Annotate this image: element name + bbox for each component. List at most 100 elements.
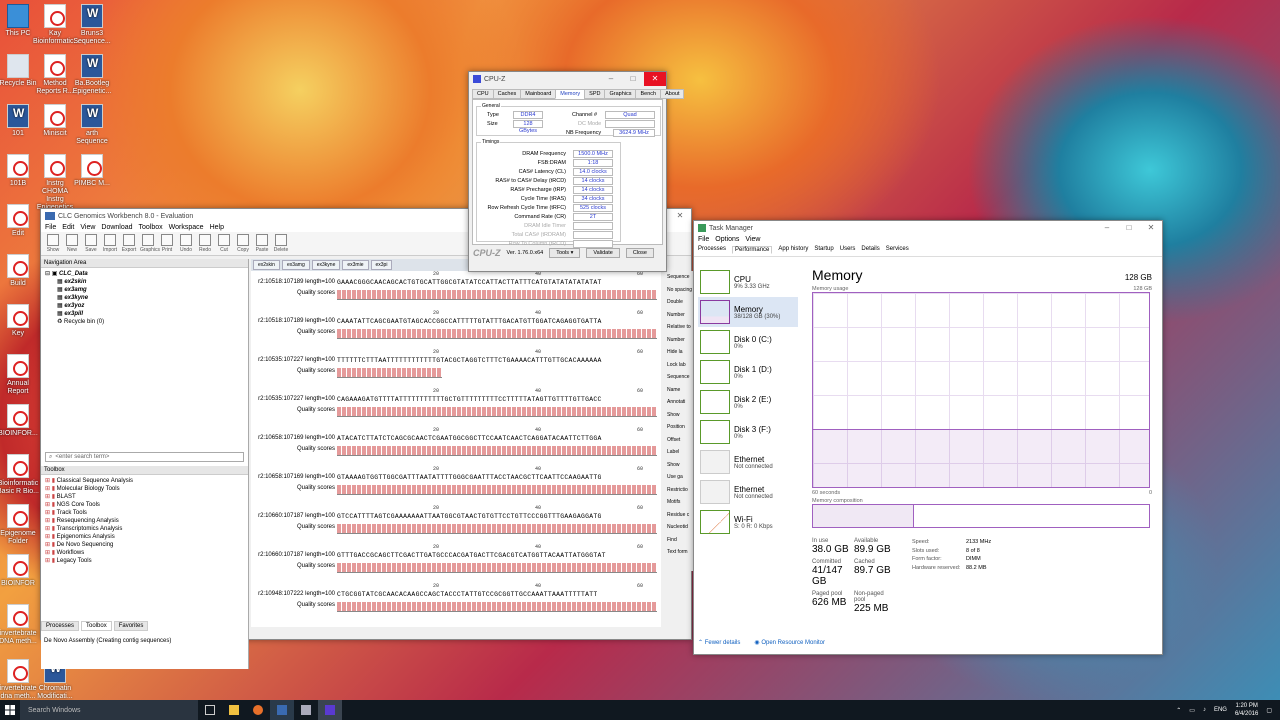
search-input[interactable]: ⌕ <enter search term> [45, 452, 244, 462]
desktop-icon[interactable]: BIOINFOR... [0, 404, 40, 438]
language-indicator[interactable]: ENG [1214, 707, 1227, 713]
desktop-icon[interactable]: Bruns3 Sequence... [70, 4, 114, 46]
editor-tab[interactable]: ex3mie [342, 260, 369, 270]
chevron-up-icon[interactable]: ⌃ [1176, 707, 1181, 714]
cpuz-tab-memory[interactable]: Memory [555, 89, 586, 99]
validate-button[interactable]: Validate [586, 248, 620, 258]
tree-item[interactable]: ▦ ex3amg [45, 286, 244, 294]
cpuz-window[interactable]: CPU-Z – □ ✕ CPU Caches Mainboard Memory SPD Gra… [468, 71, 685, 272]
toolbox-item[interactable]: ⊞ ▮ Resequencing Analysis [45, 517, 244, 525]
desktop-icon[interactable]: BIOINFOR [0, 554, 40, 588]
menu-edit[interactable]: Edit [62, 224, 74, 231]
maximize-icon[interactable]: □ [622, 72, 644, 86]
resource-item[interactable]: Disk 2 (E:) 0% [698, 387, 798, 417]
menu-toolbox[interactable]: Toolbox [139, 224, 163, 231]
side-item[interactable]: Label [667, 446, 693, 459]
editor-tab[interactable]: ex3pi [370, 260, 393, 270]
tree-item[interactable]: ▦ ex3kyne [45, 294, 244, 302]
side-item[interactable]: Double [667, 296, 693, 309]
side-item[interactable]: No spacing [667, 284, 693, 297]
cpuz-tab-bench[interactable]: Bench [635, 89, 662, 99]
toolbar-button[interactable]: Save [83, 234, 99, 253]
tm-tab-performance[interactable]: Performance [732, 246, 773, 254]
resource-item[interactable]: Ethernet Not connected [698, 447, 798, 477]
resource-item[interactable]: Disk 3 (F:) 0% [698, 417, 798, 447]
side-item[interactable]: Use ga [667, 471, 693, 484]
toolbar-button[interactable]: Paste [254, 234, 270, 253]
read-row[interactable]: 20 40 60 r2:10535:107227 length=100 TTTTTTCT… [251, 349, 661, 388]
tab-favorites[interactable]: Favorites [113, 621, 149, 631]
toolbox-item[interactable]: ⊞ ▮ Legacy Tools [45, 557, 244, 565]
tm-tab-users[interactable]: Users [840, 246, 856, 254]
side-item[interactable]: Hide la [667, 346, 693, 359]
desktop-icon[interactable]: arth Sequence [70, 104, 114, 146]
tab-processes[interactable]: Processes [41, 621, 80, 631]
resource-monitor-link[interactable]: ◉ Open Resource Monitor [754, 639, 825, 646]
menu-view[interactable]: View [80, 224, 95, 231]
tools-button[interactable]: Tools ▾ [549, 248, 581, 258]
read-row[interactable]: 20 40 60 r2:10660:107187 length=100 GTCCATTT… [251, 505, 661, 544]
desktop-icon[interactable]: Annual Report [0, 354, 40, 396]
taskbar-search[interactable]: Search Windows [20, 700, 198, 720]
side-item[interactable]: Position [667, 421, 693, 434]
tm-tab-app-history[interactable]: App history [778, 246, 808, 254]
tree-item[interactable]: ▦ ex2skin [45, 278, 244, 286]
toolbar-button[interactable]: Print [159, 234, 175, 253]
toolbox-item[interactable]: ⊞ ▮ De Novo Sequencing [45, 541, 244, 549]
toolbar-button[interactable]: Copy [235, 234, 251, 253]
taskbar-cpuz[interactable] [318, 700, 342, 720]
clock[interactable]: 1:20 PM 6/4/2016 [1235, 702, 1258, 718]
toolbox-item[interactable]: ⊞ ▮ Epigenomics Analysis [45, 533, 244, 541]
tm-tab-processes[interactable]: Processes [698, 246, 726, 254]
desktop-icon[interactable]: Key [0, 304, 40, 338]
desktop-icon[interactable]: invertebrate DNA meth... [0, 604, 40, 646]
read-row[interactable]: 20 40 60 r2:10518:107189 length=100 CAAATATT… [251, 310, 661, 349]
cpuz-title-bar[interactable]: CPU-Z – □ ✕ [469, 72, 666, 86]
close-icon[interactable]: ✕ [644, 72, 666, 86]
editor-tab[interactable]: ex3kyne [311, 260, 341, 270]
toolbox-item[interactable]: ⊞ ▮ Workflows [45, 549, 244, 557]
notifications-icon[interactable]: ▢ [1266, 707, 1272, 714]
side-item[interactable]: Text form [667, 546, 693, 559]
task-manager-window[interactable]: Task Manager – □ ✕ File Options View Proce… [693, 220, 1163, 655]
resource-item[interactable]: Disk 1 (D:) 0% [698, 357, 798, 387]
tree-item[interactable]: ▦ ex3yoz [45, 302, 244, 310]
cpuz-tab-spd[interactable]: SPD [584, 89, 606, 99]
side-item[interactable]: Lock lab [667, 359, 693, 372]
side-item[interactable]: Offset [667, 434, 693, 447]
side-item[interactable]: Show [667, 409, 693, 422]
taskbar-clc[interactable] [270, 700, 294, 720]
desktop-icon[interactable]: PIMBC M... [70, 154, 114, 188]
editor-tab[interactable]: ex2skin [253, 260, 280, 270]
toolbar-button[interactable]: Undo [178, 234, 194, 253]
menu-file[interactable]: File [698, 236, 709, 243]
side-item[interactable]: Find [667, 534, 693, 547]
toolbar-button[interactable]: Export [121, 234, 137, 253]
network-icon[interactable]: ▭ [1189, 707, 1195, 714]
toolbox-item[interactable]: ⊞ ▮ Transcriptomics Analysis [45, 525, 244, 533]
close-icon[interactable]: ✕ [1140, 221, 1162, 235]
menu-options[interactable]: Options [715, 236, 739, 243]
editor-tab[interactable]: ex3amg [281, 260, 310, 270]
toolbar-button[interactable]: New [64, 234, 80, 253]
minimize-icon[interactable]: – [1096, 221, 1118, 235]
side-item[interactable]: Sequence [667, 271, 693, 284]
menu-view[interactable]: View [745, 236, 760, 243]
toolbox-item[interactable]: ⊞ ▮ Track Tools [45, 509, 244, 517]
resource-item[interactable]: CPU 9% 3.33 GHz [698, 267, 798, 297]
toolbox-item[interactable]: ⊞ ▮ BLAST [45, 493, 244, 501]
side-item[interactable]: Number [667, 334, 693, 347]
toolbar-button[interactable]: Delete [273, 234, 289, 253]
side-item[interactable]: Sequence [667, 371, 693, 384]
read-row[interactable]: 20 40 60 r2:10518:107189 length=100 GAAACGGG… [251, 271, 661, 310]
cpuz-tab-caches[interactable]: Caches [492, 89, 522, 99]
menu-file[interactable]: File [45, 224, 56, 231]
side-item[interactable]: Motifs [667, 496, 693, 509]
minimize-icon[interactable]: – [600, 72, 622, 86]
toolbar-button[interactable]: Import [102, 234, 118, 253]
desktop-icon[interactable]: Ba.Bootleg Epigenetic... [70, 54, 114, 96]
read-row[interactable]: 20 40 60 r2:10535:107227 length=100 CAGAAAGA… [251, 388, 661, 427]
resource-item[interactable]: Disk 0 (C:) 0% [698, 327, 798, 357]
fewer-details-link[interactable]: ⌃ Fewer details [698, 639, 740, 646]
task-view-button[interactable] [198, 700, 222, 720]
